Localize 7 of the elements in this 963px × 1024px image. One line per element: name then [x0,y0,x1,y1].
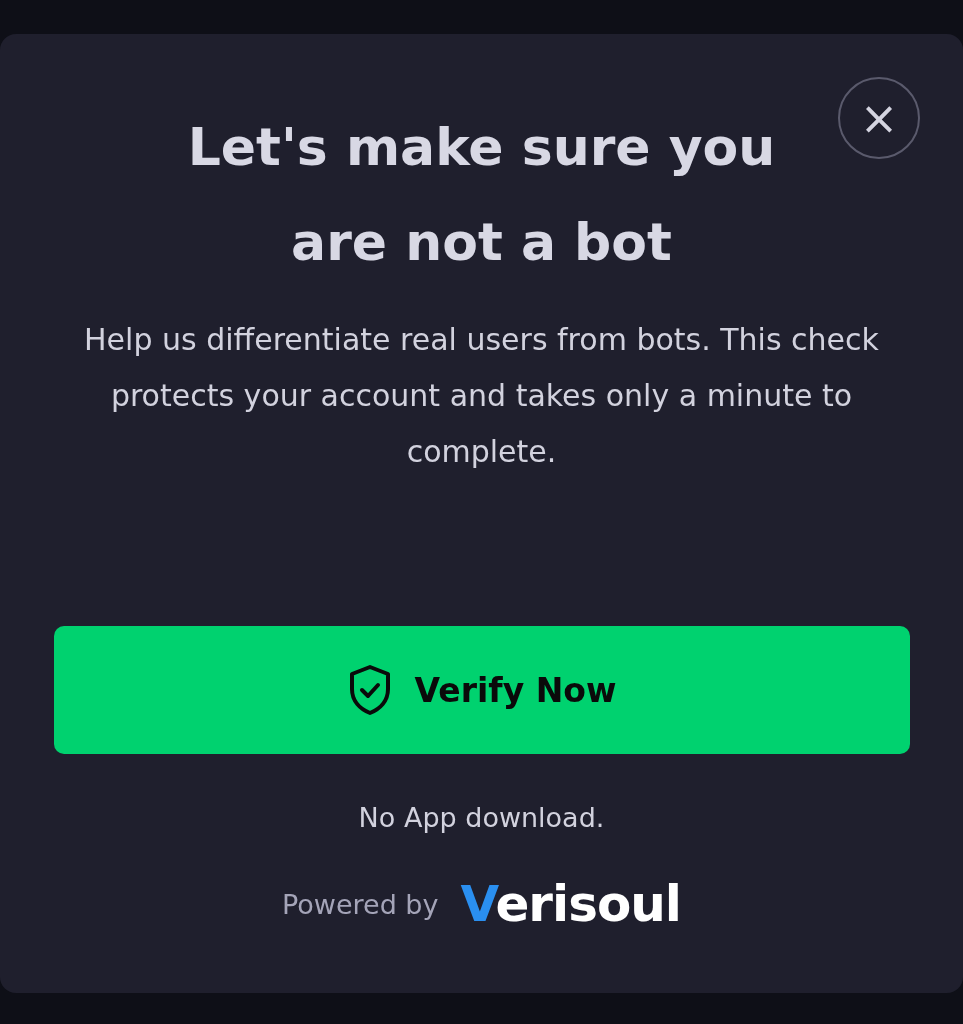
powered-by-text: Powered by [282,888,439,920]
verify-button[interactable]: Verify Now [53,626,910,754]
brand-logo: Verisoul [460,875,681,933]
note-text: No App download. [358,802,605,833]
close-button[interactable]: × [838,77,920,159]
dialog-title: Let's make sure you are not a bot [186,116,777,274]
dialog-description: Help us differentiate real users from bots. This check protects your account and takes only a minute to complete. [83,321,880,471]
